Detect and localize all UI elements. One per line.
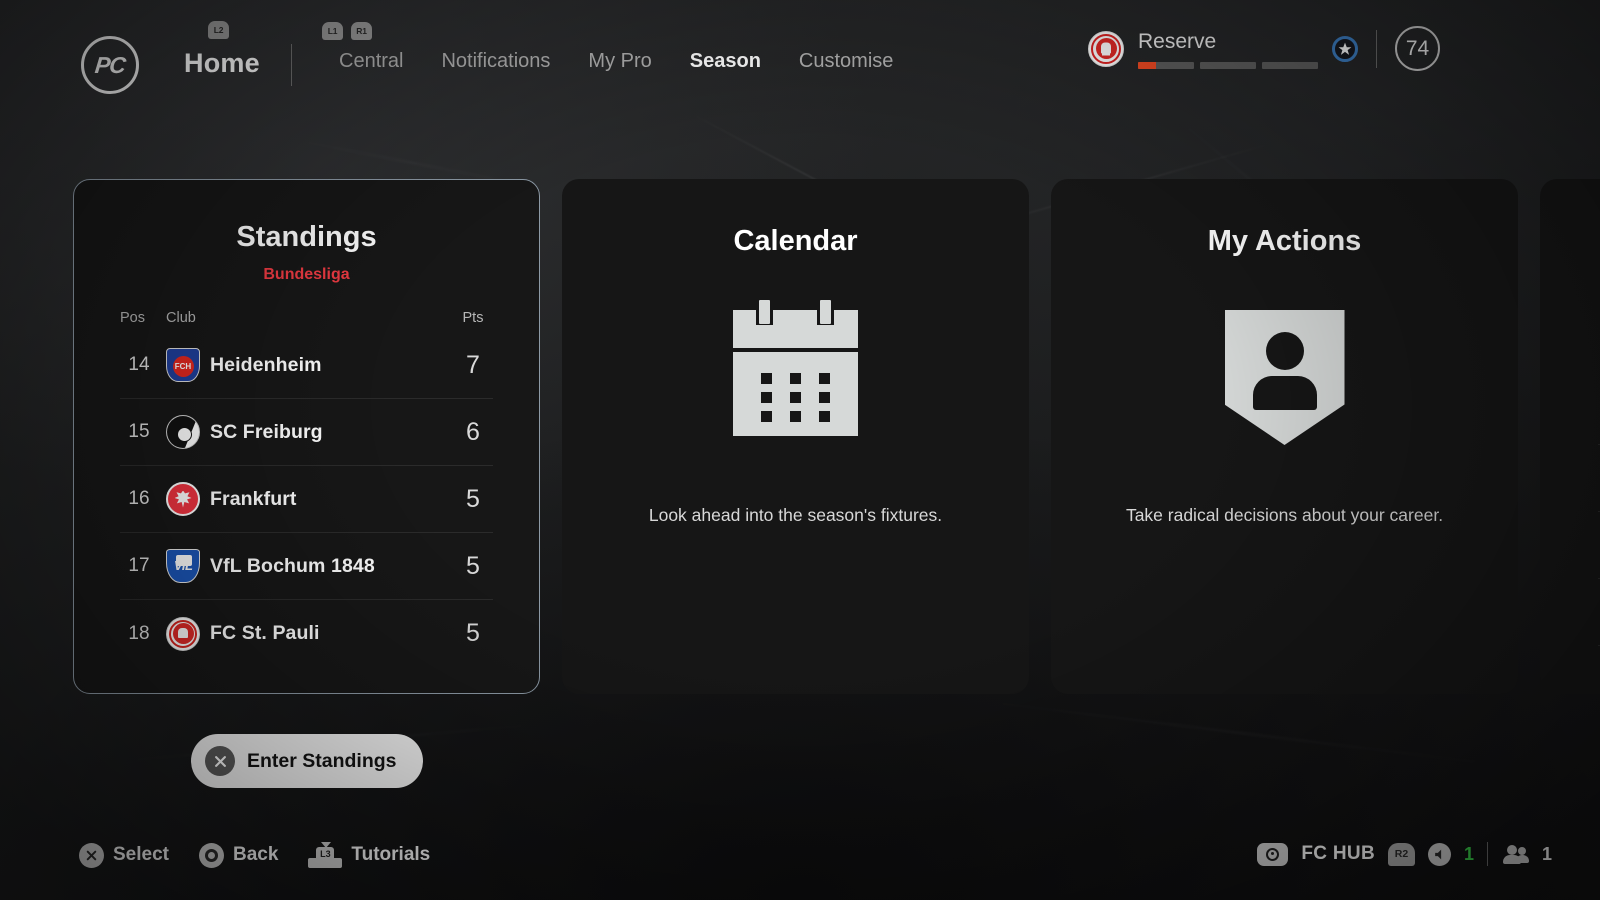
r1-button-badge: R1 — [351, 22, 372, 40]
r2-button-badge: R2 — [1387, 842, 1415, 866]
enter-standings-label: Enter Standings — [247, 749, 397, 772]
standings-table-header: Pos Club Pts — [120, 310, 493, 332]
row-position: 16 — [128, 488, 150, 509]
column-header-club: Club — [166, 310, 196, 326]
progress-segment-3 — [1262, 62, 1318, 69]
nav-items: Central Notifications My Pro Season Cust… — [320, 50, 912, 73]
footer-right-status: FC HUB R2 1 1 — [1257, 842, 1552, 866]
row-club-name: Frankfurt — [210, 487, 297, 510]
table-row[interactable]: 17 VfL VfL Bochum 1848 5 — [120, 533, 493, 600]
row-club-name: SC Freiburg — [210, 420, 323, 443]
column-header-pts: Pts — [462, 310, 484, 326]
row-points: 5 — [466, 551, 480, 580]
top-navigation-bar: PC L2 Home L1 R1 Central Notifications M… — [0, 0, 1600, 115]
progress-segment-2 — [1200, 62, 1256, 69]
nav-item-home[interactable]: Home — [184, 48, 260, 79]
people-icon — [1501, 844, 1529, 864]
players-value: 1 — [1541, 843, 1552, 864]
row-position: 17 — [128, 555, 150, 576]
table-row[interactable]: 15 SC Freiburg 6 — [120, 399, 493, 466]
card-calendar[interactable]: Calendar Look ahead into the season's fi… — [562, 179, 1029, 694]
nav-item-my-pro[interactable]: My Pro — [569, 50, 670, 73]
row-position: 15 — [128, 421, 150, 442]
footer-hint-select[interactable]: Select — [79, 842, 169, 868]
l1-badge-label: L1 — [322, 22, 343, 40]
speaker-icon[interactable] — [1427, 842, 1451, 866]
row-club-name: FC St. Pauli — [210, 622, 320, 644]
touchpad-icon[interactable] — [1257, 842, 1289, 866]
pc-logo-icon: PC — [81, 36, 139, 94]
fc-hub-label[interactable]: FC HUB — [1301, 843, 1375, 865]
footer-hint-tutorials-label: Tutorials — [351, 844, 431, 865]
l1-button-badge: L1 — [322, 22, 343, 40]
row-points: 7 — [466, 350, 480, 379]
player-divider — [1376, 29, 1377, 68]
card-my-actions[interactable]: My Actions Take radical decisions about … — [1051, 179, 1518, 694]
standings-table: Pos Club Pts 14 FCH Heidenheim 7 15 SC F… — [120, 310, 493, 667]
r1-badge-label: R1 — [351, 22, 372, 40]
table-row[interactable]: 16 Frankfurt 5 — [120, 466, 493, 533]
footer-left-hints: Select Back L3 Tutorials — [79, 842, 430, 868]
nav-divider — [291, 44, 292, 86]
table-row[interactable]: 14 FCH Heidenheim 7 — [120, 332, 493, 399]
footer-divider — [1486, 842, 1488, 866]
card-next-partial[interactable]: P — [1540, 179, 1600, 694]
calendar-icon — [733, 299, 858, 436]
player-progress-bar — [1138, 62, 1318, 69]
row-points: 6 — [466, 417, 480, 446]
my-actions-description: Take radical decisions about your career… — [1125, 505, 1444, 525]
fc-st-pauli-crest-icon — [166, 616, 200, 651]
footer-bar: Select Back L3 Tutorials FC HUB R2 1 1 — [0, 828, 1600, 900]
nav-item-customise[interactable]: Customise — [780, 50, 912, 73]
app-root: PC L2 Home L1 R1 Central Notifications M… — [0, 0, 1600, 900]
card-standings[interactable]: Standings Bundesliga Pos Club Pts 14 FCH… — [73, 179, 540, 694]
player-status-label: Reserve — [1138, 30, 1217, 53]
vfl-bochum-crest-icon: VfL — [166, 549, 200, 583]
progress-segment-1 — [1138, 62, 1194, 69]
calendar-title: Calendar — [733, 225, 858, 257]
player-status-block: Reserve 74 — [1088, 26, 1440, 71]
row-position: 14 — [128, 354, 150, 375]
standings-subtitle: Bundesliga — [263, 266, 350, 283]
row-position: 18 — [128, 622, 150, 644]
l2-button-badge: L2 — [208, 21, 229, 39]
calendar-icon-wrap — [562, 299, 1029, 436]
l2-badge-label: L2 — [208, 21, 229, 39]
standings-title: Standings — [236, 221, 377, 253]
star-icon — [1332, 35, 1358, 62]
footer-hint-select-label: Select — [113, 844, 169, 865]
row-points: 5 — [466, 484, 480, 513]
pc-logo-text: PC — [93, 51, 127, 78]
fc-st-pauli-crest-icon — [1088, 30, 1124, 67]
calendar-description: Look ahead into the season's fixtures. — [648, 505, 943, 525]
row-club-name: VfL Bochum 1848 — [210, 554, 375, 577]
l3-stick-icon: L3 — [308, 842, 343, 868]
my-actions-icon-wrap — [1051, 310, 1518, 445]
nav-item-central[interactable]: Central — [320, 50, 422, 73]
enter-standings-button[interactable]: Enter Standings — [191, 734, 423, 788]
footer-hint-back-label: Back — [232, 844, 279, 865]
player-rating-badge: 74 — [1395, 26, 1440, 71]
cross-button-icon — [205, 746, 235, 776]
footer-hint-back[interactable]: Back — [198, 842, 279, 868]
table-row[interactable]: 18 FC St. Pauli 5 — [120, 600, 493, 667]
player-shield-icon — [1224, 310, 1345, 445]
circle-button-icon — [198, 842, 224, 868]
column-header-pos: Pos — [120, 310, 145, 326]
sc-freiburg-crest-icon — [166, 415, 200, 449]
nav-item-season[interactable]: Season — [671, 50, 780, 73]
eintracht-frankfurt-crest-icon — [166, 482, 200, 516]
volume-value: 1 — [1463, 843, 1474, 864]
nav-item-notifications[interactable]: Notifications — [422, 50, 569, 73]
footer-hint-tutorials[interactable]: L3 Tutorials — [308, 842, 430, 868]
my-actions-title: My Actions — [1207, 225, 1362, 257]
cross-button-icon — [79, 842, 104, 868]
row-points: 5 — [466, 619, 480, 647]
heidenheim-crest-icon: FCH — [166, 348, 200, 382]
player-status-column: Reserve — [1138, 28, 1318, 69]
card-carousel: Standings Bundesliga Pos Club Pts 14 FCH… — [73, 179, 1600, 694]
l3-badge-label: L3 — [316, 847, 335, 861]
row-club-name: Heidenheim — [210, 353, 322, 376]
